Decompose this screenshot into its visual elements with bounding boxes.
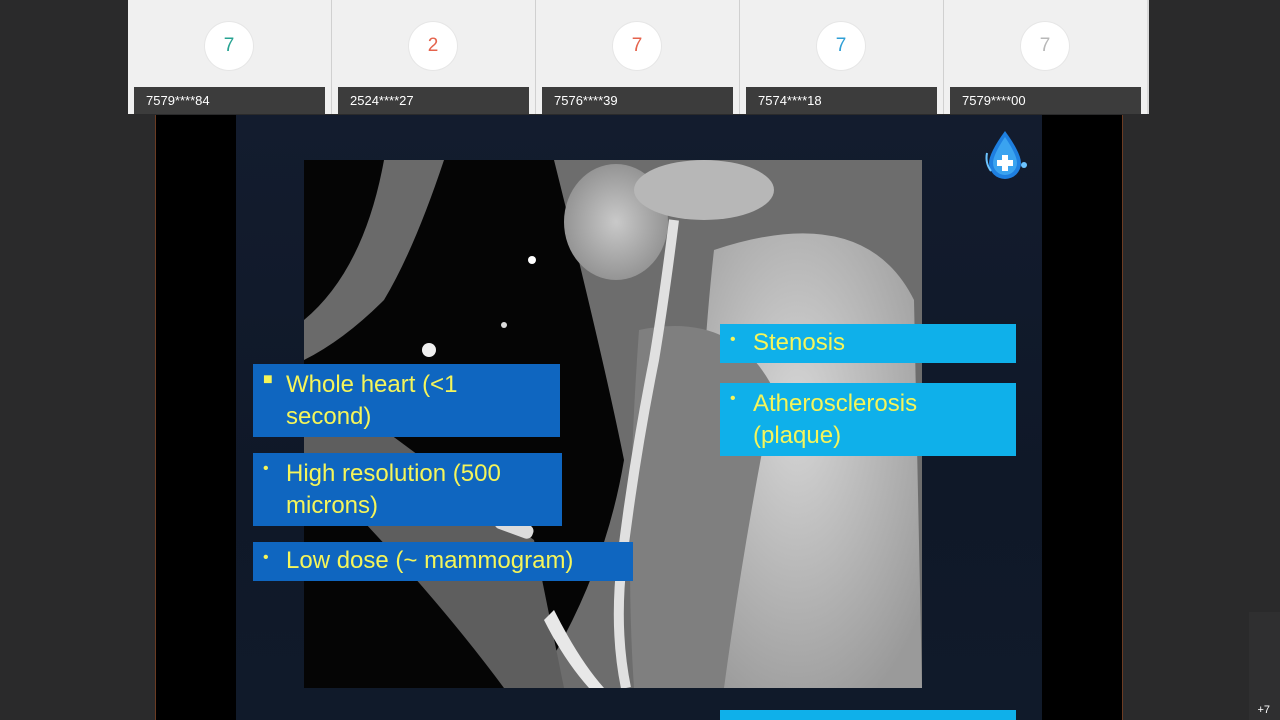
bullet-marker: • <box>263 549 269 566</box>
participant-avatar: 7 <box>1021 22 1069 70</box>
participant-avatar: 2 <box>409 22 457 70</box>
participant-tile[interactable]: 7 7574****18 <box>740 0 944 114</box>
bullet-box-low-dose: • Low dose (~ mammogram) <box>253 542 633 581</box>
presentation-slide: ■ Whole heart (<1 second) • High resolut… <box>236 115 1042 720</box>
participant-avatar: 7 <box>817 22 865 70</box>
participant-name: 7579****00 <box>950 87 1141 114</box>
bullet-text: Atherosclerosis (plaque) <box>753 390 918 449</box>
bullet-marker: • <box>730 331 736 348</box>
bullet-box-stenosis: • Stenosis <box>720 324 1016 363</box>
bullet-box-whole-heart: ■ Whole heart (<1 second) <box>253 364 560 437</box>
bullet-text: High resolution (500 microns) <box>286 460 501 519</box>
bullet-text: Whole heart (<1 second) <box>286 371 458 430</box>
participant-tile[interactable]: 2 2524****27 <box>332 0 536 114</box>
participant-name: 7579****84 <box>134 87 325 114</box>
participant-avatar: 7 <box>613 22 661 70</box>
bullet-box-high-resolution: • High resolution (500 microns) <box>253 453 562 526</box>
bullet-box-atherosclerosis: • Atherosclerosis (plaque) <box>720 383 1016 456</box>
bullet-marker: • <box>263 460 269 477</box>
participant-name: 7576****39 <box>542 87 733 114</box>
participant-tile[interactable]: 7 7579****84 <box>128 0 332 114</box>
bullet-text: Stenosis <box>753 329 846 356</box>
bullet-box-partial <box>720 710 1016 720</box>
participant-tile[interactable]: 7 7576****39 <box>536 0 740 114</box>
participant-strip: 7 7579****84 2 2524****27 7 7576****39 7… <box>128 0 1149 114</box>
participant-tile[interactable]: 7 7579****00 <box>944 0 1147 114</box>
participant-name: 2524****27 <box>338 87 529 114</box>
more-participants-count[interactable]: +7 <box>1257 704 1270 716</box>
bullet-marker: ■ <box>263 371 273 388</box>
shared-screen: ■ Whole heart (<1 second) • High resolut… <box>155 115 1123 720</box>
bullet-marker: • <box>730 390 736 407</box>
participant-name: 7574****18 <box>746 87 937 114</box>
participant-avatar: 7 <box>205 22 253 70</box>
blood-drop-cross-icon <box>981 129 1029 181</box>
bullet-text: Low dose (~ mammogram) <box>286 547 574 574</box>
